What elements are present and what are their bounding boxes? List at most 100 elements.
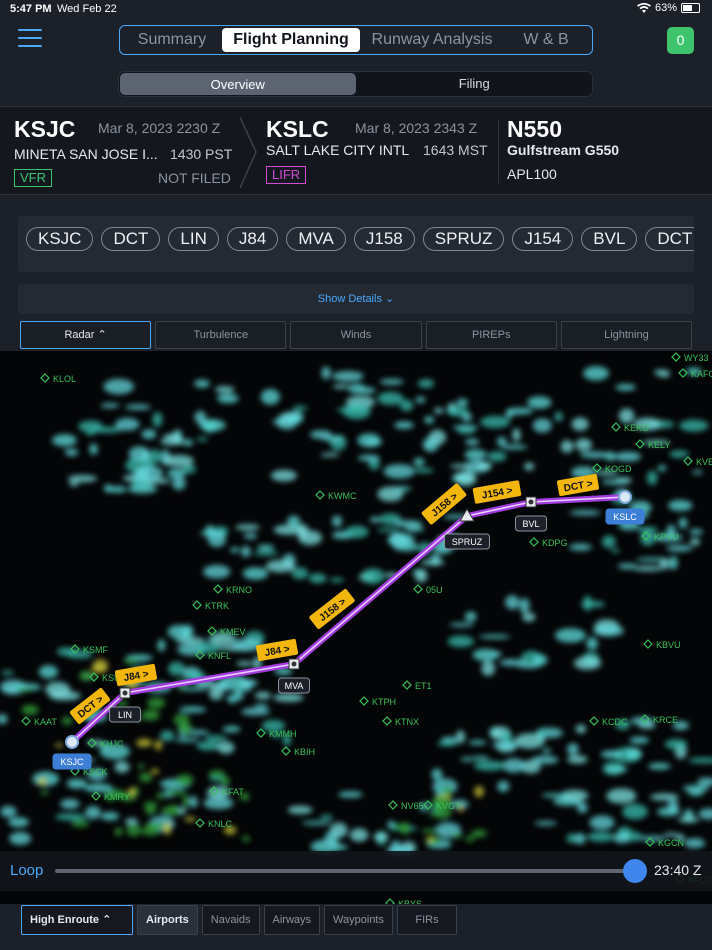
airport-marker[interactable]: KMMH xyxy=(256,728,297,739)
route-chip[interactable]: BVL xyxy=(581,227,638,251)
airport-label: 05U xyxy=(426,585,443,595)
airport-marker[interactable]: KMRY xyxy=(91,791,130,802)
layer-tab-winds[interactable]: Winds xyxy=(290,321,422,349)
airport-marker[interactable]: KWMC xyxy=(315,490,357,501)
route-chip[interactable]: DCT xyxy=(645,227,694,251)
airport-marker[interactable]: KEKO xyxy=(611,422,649,433)
airport-marker[interactable]: KVGT xyxy=(423,800,461,811)
toggle-navaids[interactable]: Navaids xyxy=(201,905,260,935)
route-chip[interactable]: SPRUZ xyxy=(422,227,505,251)
airport-label: KPVU xyxy=(654,532,679,542)
airway-label[interactable]: DCT > xyxy=(556,473,600,497)
airport-marker[interactable]: KDPG xyxy=(529,537,568,548)
menu-icon[interactable] xyxy=(18,29,42,49)
waypoint-label: MVA xyxy=(285,681,304,691)
toggle-waypoints[interactable]: Waypoints xyxy=(324,905,393,935)
airport-marker[interactable]: KAAT xyxy=(21,716,57,727)
tab-runway-analysis[interactable]: Runway Analysis xyxy=(360,28,504,52)
layer-tab-turbulence[interactable]: Turbulence xyxy=(155,321,287,349)
loop-bar: Loop 23:40 Z xyxy=(0,851,712,891)
airport-label: KLOL xyxy=(53,374,76,384)
airport-label: KHJC xyxy=(100,739,124,749)
airport-marker[interactable]: KBYS xyxy=(385,898,422,904)
departure-local-time: 1430 PST xyxy=(170,146,233,162)
airport-marker[interactable]: ET1 xyxy=(402,680,432,691)
airport-marker[interactable]: KVEW xyxy=(683,456,712,467)
loop-button[interactable]: Loop xyxy=(10,862,43,879)
airport-marker[interactable]: KCDC xyxy=(589,716,628,727)
route-panel: KSJCDCTLINJ84MVAJ158SPRUZJ154BVLDCTKSLC xyxy=(18,216,694,272)
airport-label: NV65 xyxy=(401,801,424,811)
airport-label: KNLC xyxy=(208,819,233,829)
status-time: 5:47 PM xyxy=(10,3,52,15)
airport-marker[interactable]: KNFL xyxy=(195,650,231,661)
route-chip[interactable]: J154 xyxy=(512,227,574,251)
aircraft-tail: N550 xyxy=(507,116,562,142)
airport-marker[interactable]: KBIH xyxy=(281,746,315,757)
airport-marker[interactable]: WY33 xyxy=(671,352,709,363)
airport-label: KDPG xyxy=(542,538,568,548)
show-details-button[interactable]: Show Details ⌄ xyxy=(18,284,694,314)
loop-slider-track[interactable] xyxy=(55,869,635,873)
waypoint-ksjc[interactable]: KSJC xyxy=(52,735,92,770)
layer-tab-radar[interactable]: Radar ⌃ xyxy=(20,321,152,349)
map-canvas[interactable]: KAFOWY33KVEWKSUUKMMHKBIHKTPHKTNXKRNOKTRK… xyxy=(0,351,712,904)
tab-summary[interactable]: Summary xyxy=(122,28,222,52)
airport-marker[interactable]: 05U xyxy=(413,584,443,595)
notification-badge[interactable]: 0 xyxy=(667,27,694,54)
airway-label[interactable]: J158 > xyxy=(309,588,356,630)
tab-weight-balance[interactable]: W & B xyxy=(504,28,588,52)
toggle-airports[interactable]: Airports xyxy=(137,905,198,935)
airport-label: KBVU xyxy=(656,640,681,650)
route-chip[interactable]: LIN xyxy=(168,227,219,251)
airway-label[interactable]: J154 > xyxy=(472,480,522,504)
flight-id: APL100 xyxy=(507,166,557,182)
airport-label: KGCN xyxy=(658,838,684,848)
app-root: 5:47 PM Wed Feb 22 63% Summary Flight Pl… xyxy=(0,0,712,950)
airport-marker[interactable]: KNLC xyxy=(195,818,233,829)
radar-map[interactable]: KAFOWY33KVEWKSUUKMMHKBIHKTPHKTNXKRNOKTRK… xyxy=(0,351,712,904)
subtab-filing[interactable]: Filing xyxy=(357,72,593,96)
airport-marker[interactable]: KELY xyxy=(635,439,670,450)
airport-label: ET1 xyxy=(415,681,432,691)
loop-slider-handle[interactable] xyxy=(623,859,647,883)
route-chip[interactable]: KSJC xyxy=(26,227,94,251)
airport-marker[interactable]: KTNX xyxy=(382,716,419,727)
chevron-up-icon: ⌃ xyxy=(102,914,112,926)
arrival-datetime: Mar 8, 2023 2343 Z xyxy=(355,120,478,136)
airport-label: KMRY xyxy=(104,792,130,802)
airport-marker[interactable]: KAFO xyxy=(678,368,712,379)
airport-marker[interactable]: KTPH xyxy=(359,696,396,707)
wifi-icon xyxy=(636,2,651,13)
toggle-firs[interactable]: FIRs xyxy=(397,905,457,935)
subtab-overview[interactable]: Overview xyxy=(120,73,356,95)
layer-tab-lightning[interactable]: Lightning xyxy=(560,321,693,349)
tab-flight-planning[interactable]: Flight Planning xyxy=(222,28,360,52)
route-chip[interactable]: J84 xyxy=(226,227,279,251)
airport-marker[interactable]: KTRK xyxy=(192,600,229,611)
chart-type-label: High Enroute xyxy=(30,914,100,926)
arrival-local-time: 1643 MST xyxy=(423,142,488,158)
route-chip[interactable]: MVA xyxy=(286,227,346,251)
layer-tab-pireps[interactable]: PIREPs xyxy=(425,321,557,349)
airport-label: KAFO xyxy=(691,369,712,379)
airport-marker[interactable]: KLOL xyxy=(40,373,76,384)
route-chip[interactable]: J158 xyxy=(353,227,415,251)
layer-tab-label: Radar xyxy=(64,329,95,341)
chart-type-button[interactable]: High Enroute ⌃ xyxy=(21,905,133,935)
route-chip[interactable]: DCT xyxy=(101,227,161,251)
layer-tabs: Radar ⌃ Turbulence Winds PIREPs Lightnin… xyxy=(20,321,693,349)
toggle-airways[interactable]: Airways xyxy=(263,905,321,935)
airport-label: KMMH xyxy=(269,729,297,739)
status-bar: 5:47 PM Wed Feb 22 63% xyxy=(0,0,712,18)
airport-label: KBIH xyxy=(294,747,315,757)
airport-marker[interactable]: KGCN xyxy=(645,837,684,848)
arrival-name: SALT LAKE CITY INTL xyxy=(266,142,410,158)
airport-marker[interactable]: NV65 xyxy=(388,800,424,811)
airport-label: KTNX xyxy=(395,717,419,727)
airport-marker[interactable]: KRNO xyxy=(213,584,252,595)
battery-percent: 63% xyxy=(654,2,677,14)
filing-status: NOT FILED xyxy=(158,170,231,186)
airport-label: KAAT xyxy=(34,717,57,727)
airport-marker[interactable]: KBVU xyxy=(643,639,681,650)
